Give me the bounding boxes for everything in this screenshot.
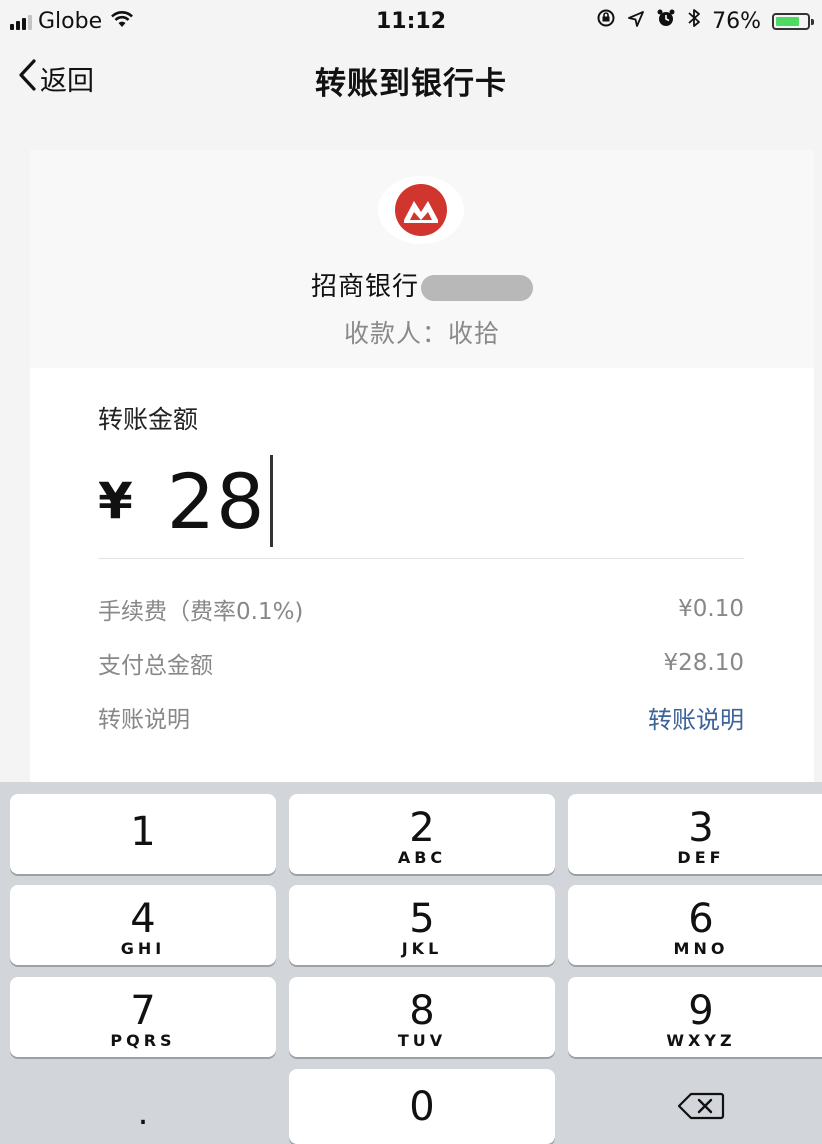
key-digit: 8 — [409, 988, 435, 1034]
key-3[interactable]: 3 DEF — [568, 794, 822, 874]
key-decimal-point[interactable]: . — [10, 1069, 276, 1144]
note-label: 转账说明 — [98, 707, 190, 733]
key-digit: 0 — [409, 1084, 435, 1130]
key-5[interactable]: 5 JKL — [289, 885, 555, 965]
masked-card-number — [421, 274, 533, 301]
key-digit: 6 — [688, 896, 714, 942]
orientation-lock-icon — [596, 8, 616, 34]
key-digit: 7 — [130, 988, 156, 1034]
key-digit: 2 — [409, 805, 435, 851]
amount-input[interactable]: ¥ 28 — [98, 455, 273, 547]
amount-value: 28 — [166, 456, 266, 546]
page-title: 转账到银行卡 — [315, 66, 507, 102]
delete-key[interactable] — [568, 1069, 822, 1144]
key-0[interactable]: 0 — [289, 1069, 555, 1144]
key-letters: JKL — [401, 939, 443, 958]
bank-logo — [378, 176, 464, 244]
status-bar: Globe 11:12 76% — [0, 0, 822, 46]
key-letters: TUV — [397, 1031, 447, 1050]
bluetooth-icon — [687, 8, 701, 34]
key-2[interactable]: 2 ABC — [289, 794, 555, 874]
key-digit: . — [137, 1093, 149, 1133]
key-digit: 3 — [688, 805, 714, 851]
payee-name: 收款人：收拾 — [343, 319, 500, 348]
bank-name: 招商银行 — [30, 266, 814, 303]
battery-percent: 76% — [712, 8, 761, 34]
alarm-icon — [656, 8, 676, 34]
key-letters: MNO — [673, 939, 729, 958]
total-value: ¥28.10 — [663, 650, 744, 676]
key-7[interactable]: 7 PQRS — [10, 977, 276, 1057]
key-letters: ABC — [397, 848, 447, 867]
key-letters: WXYZ — [666, 1031, 736, 1050]
bank-card: 招商银行 收款人：收拾 — [30, 150, 814, 368]
text-cursor — [269, 455, 273, 547]
key-digit: 9 — [688, 988, 714, 1034]
key-4[interactable]: 4 GHI — [10, 885, 276, 965]
key-8[interactable]: 8 TUV — [289, 977, 555, 1057]
location-icon — [627, 9, 645, 34]
navigation-bar: 返回 转账到银行卡 — [0, 46, 822, 112]
key-letters: GHI — [120, 939, 166, 958]
battery-icon — [772, 12, 814, 30]
bank-name-text: 招商银行 — [310, 272, 419, 302]
fee-label: 手续费（费率0.1%) — [98, 599, 304, 625]
key-digit: 5 — [409, 896, 435, 942]
fee-row: 手续费（费率0.1%) ¥0.10 — [98, 592, 744, 626]
key-digit: 4 — [130, 896, 156, 942]
key-letters: DEF — [677, 848, 725, 867]
transfer-amount-panel: 转账金额 ¥ 28 手续费（费率0.1%) ¥0.10 支付总金额 ¥28.10… — [30, 368, 814, 782]
cmb-logo-icon — [395, 184, 447, 236]
amount-label: 转账金额 — [98, 405, 199, 434]
key-6[interactable]: 6 MNO — [568, 885, 822, 965]
note-row: 转账说明 转账说明 — [98, 700, 744, 734]
note-link[interactable]: 转账说明 — [648, 700, 744, 735]
numeric-keypad: 1 2 ABC 3 DEF 4 GHI 5 JKL 6 MNO 7 PQRS 8… — [0, 782, 822, 1144]
total-row: 支付总金额 ¥28.10 — [98, 646, 744, 680]
currency-symbol: ¥ — [98, 472, 133, 530]
total-label: 支付总金额 — [98, 653, 213, 679]
key-digit: 1 — [130, 809, 156, 855]
key-1[interactable]: 1 — [10, 794, 276, 874]
key-letters: PQRS — [110, 1031, 176, 1050]
divider — [98, 558, 744, 559]
fee-value: ¥0.10 — [678, 596, 744, 622]
key-9[interactable]: 9 WXYZ — [568, 977, 822, 1057]
backspace-icon — [677, 1091, 725, 1125]
